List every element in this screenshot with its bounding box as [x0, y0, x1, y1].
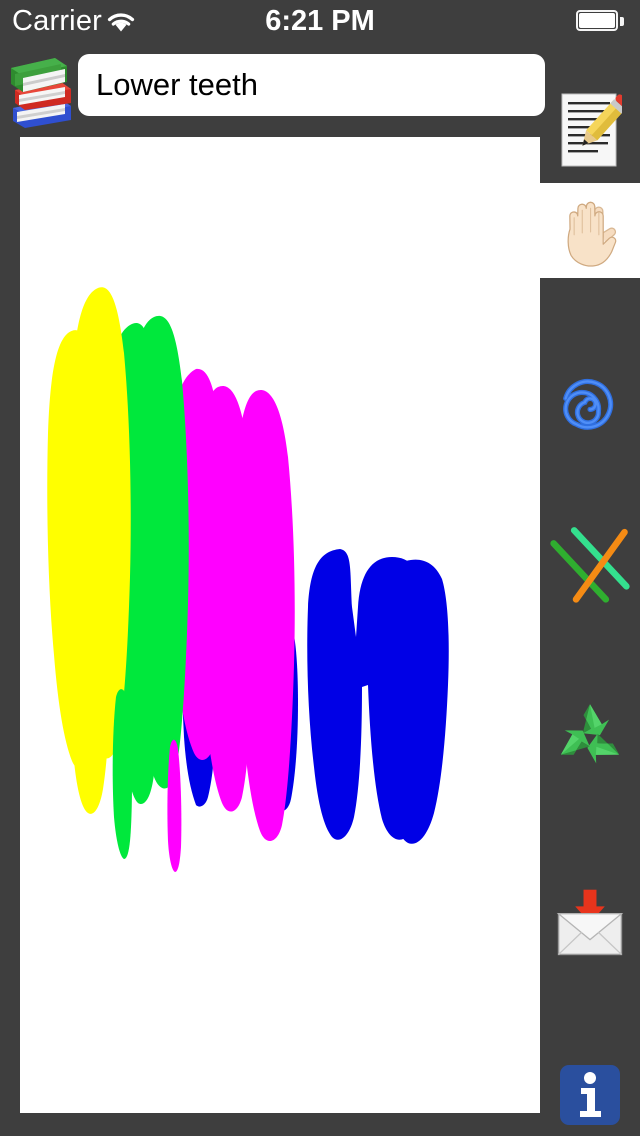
status-bar: Carrier 6:21 PM [0, 0, 640, 42]
mail-icon [556, 889, 624, 955]
tool-strokes[interactable] [540, 513, 640, 613]
tool-hand[interactable] [540, 183, 640, 278]
strokes-icon [550, 527, 630, 603]
tool-info[interactable] [540, 1055, 640, 1135]
spiral-icon [563, 379, 614, 430]
title-input-value: Lower teeth [96, 67, 258, 102]
drawing-canvas[interactable] [20, 137, 540, 1113]
battery-full-icon [576, 10, 626, 33]
library-button[interactable] [5, 52, 77, 128]
tool-spiral[interactable] [540, 353, 640, 453]
app-root: Carrier 6:21 PM Lower teeth [0, 0, 640, 1136]
hand-icon [567, 201, 617, 267]
tool-send[interactable] [540, 875, 640, 970]
status-clock: 6:21 PM [265, 5, 375, 37]
drawing-strokes [47, 287, 449, 872]
recycle-icon [560, 703, 620, 763]
top-bar: Lower teeth [0, 42, 640, 167]
info-icon [560, 1065, 620, 1125]
title-input[interactable]: Lower teeth [78, 54, 545, 116]
tool-clear[interactable] [540, 683, 640, 788]
tool-sidebar [540, 137, 640, 1136]
